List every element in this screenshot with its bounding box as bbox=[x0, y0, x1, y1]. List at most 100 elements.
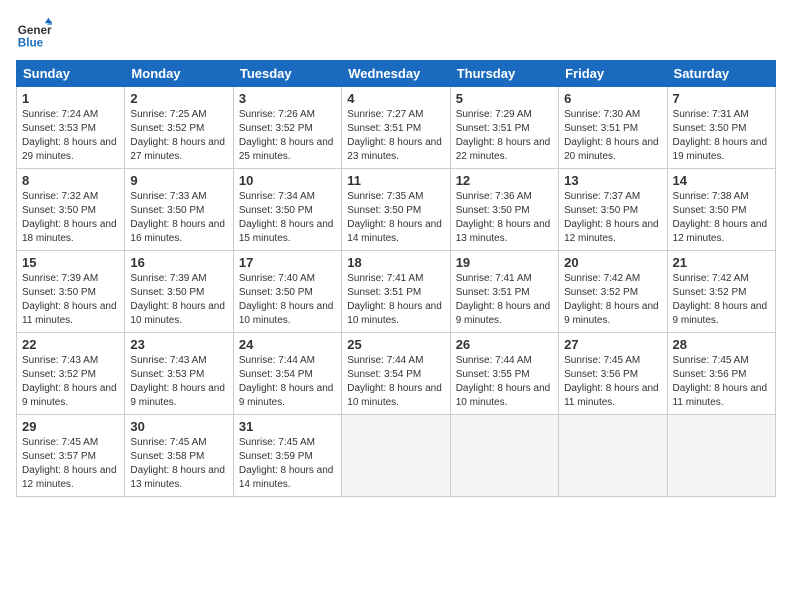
day-info: Sunrise: 7:44 AMSunset: 3:54 PMDaylight:… bbox=[347, 354, 444, 410]
calendar-table: SundayMondayTuesdayWednesdayThursdayFrid… bbox=[16, 60, 776, 497]
day-info: Sunrise: 7:37 AMSunset: 3:50 PMDaylight:… bbox=[564, 190, 661, 246]
column-header-wednesday: Wednesday bbox=[342, 61, 450, 87]
day-number: 6 bbox=[564, 91, 661, 106]
day-info: Sunrise: 7:44 AMSunset: 3:54 PMDaylight:… bbox=[239, 354, 336, 410]
day-info: Sunrise: 7:42 AMSunset: 3:52 PMDaylight:… bbox=[673, 272, 770, 328]
calendar-cell: 2Sunrise: 7:25 AMSunset: 3:52 PMDaylight… bbox=[125, 87, 233, 169]
calendar-cell bbox=[667, 415, 775, 497]
day-info: Sunrise: 7:43 AMSunset: 3:53 PMDaylight:… bbox=[130, 354, 227, 410]
calendar-cell: 26 Sunrise: 7:44 AMSunset: 3:55 PMDayligh… bbox=[450, 333, 558, 415]
day-info: Sunrise: 7:27 AMSunset: 3:51 PMDaylight:… bbox=[347, 108, 444, 164]
day-number: 13 bbox=[564, 173, 661, 188]
calendar-cell: 3Sunrise: 7:26 AMSunset: 3:52 PMDaylight… bbox=[233, 87, 341, 169]
day-info: Sunrise: 7:36 AMSunset: 3:50 PMDaylight:… bbox=[456, 190, 553, 246]
day-info: Sunrise: 7:35 AMSunset: 3:50 PMDaylight:… bbox=[347, 190, 444, 246]
day-number: 30 bbox=[130, 419, 227, 434]
calendar-cell: 14 Sunrise: 7:38 AMSunset: 3:50 PMDayligh… bbox=[667, 169, 775, 251]
day-info: Sunrise: 7:42 AMSunset: 3:52 PMDaylight:… bbox=[564, 272, 661, 328]
day-number: 19 bbox=[456, 255, 553, 270]
column-header-thursday: Thursday bbox=[450, 61, 558, 87]
calendar-week-5: 29Sunrise: 7:45 AMSunset: 3:57 PMDayligh… bbox=[17, 415, 776, 497]
day-number: 27 bbox=[564, 337, 661, 352]
day-number: 3 bbox=[239, 91, 336, 106]
calendar-cell: 27 Sunrise: 7:45 AMSunset: 3:56 PMDayligh… bbox=[559, 333, 667, 415]
day-number: 20 bbox=[564, 255, 661, 270]
day-number: 24 bbox=[239, 337, 336, 352]
day-info: Sunrise: 7:38 AMSunset: 3:50 PMDaylight:… bbox=[673, 190, 770, 246]
column-header-saturday: Saturday bbox=[667, 61, 775, 87]
calendar-cell: 1Sunrise: 7:24 AMSunset: 3:53 PMDaylight… bbox=[17, 87, 125, 169]
calendar-cell: 22 Sunrise: 7:43 AMSunset: 3:52 PMDayligh… bbox=[17, 333, 125, 415]
day-info: Sunrise: 7:45 AMSunset: 3:59 PMDaylight:… bbox=[239, 436, 336, 492]
calendar-cell: 25 Sunrise: 7:44 AMSunset: 3:54 PMDayligh… bbox=[342, 333, 450, 415]
day-number: 2 bbox=[130, 91, 227, 106]
calendar-cell bbox=[559, 415, 667, 497]
day-number: 18 bbox=[347, 255, 444, 270]
day-number: 22 bbox=[22, 337, 119, 352]
column-header-tuesday: Tuesday bbox=[233, 61, 341, 87]
calendar-cell: 10Sunrise: 7:34 AMSunset: 3:50 PMDayligh… bbox=[233, 169, 341, 251]
day-info: Sunrise: 7:40 AMSunset: 3:50 PMDaylight:… bbox=[239, 272, 336, 328]
day-info: Sunrise: 7:45 AMSunset: 3:56 PMDaylight:… bbox=[564, 354, 661, 410]
calendar-week-4: 22 Sunrise: 7:43 AMSunset: 3:52 PMDayligh… bbox=[17, 333, 776, 415]
column-header-friday: Friday bbox=[559, 61, 667, 87]
calendar-cell: 6 Sunrise: 7:30 AMSunset: 3:51 PMDaylight… bbox=[559, 87, 667, 169]
day-number: 21 bbox=[673, 255, 770, 270]
day-number: 1 bbox=[22, 91, 119, 106]
day-number: 23 bbox=[130, 337, 227, 352]
calendar-cell bbox=[450, 415, 558, 497]
day-number: 9 bbox=[130, 173, 227, 188]
day-info: Sunrise: 7:29 AMSunset: 3:51 PMDaylight:… bbox=[456, 108, 553, 164]
calendar-cell: 24 Sunrise: 7:44 AMSunset: 3:54 PMDayligh… bbox=[233, 333, 341, 415]
column-header-sunday: Sunday bbox=[17, 61, 125, 87]
calendar-cell: 13 Sunrise: 7:37 AMSunset: 3:50 PMDayligh… bbox=[559, 169, 667, 251]
day-info: Sunrise: 7:39 AMSunset: 3:50 PMDaylight:… bbox=[130, 272, 227, 328]
calendar-cell: 19 Sunrise: 7:41 AMSunset: 3:51 PMDayligh… bbox=[450, 251, 558, 333]
calendar-cell: 8 Sunrise: 7:32 AMSunset: 3:50 PMDaylight… bbox=[17, 169, 125, 251]
day-info: Sunrise: 7:30 AMSunset: 3:51 PMDaylight:… bbox=[564, 108, 661, 164]
svg-text:General: General bbox=[18, 24, 52, 37]
day-info: Sunrise: 7:34 AMSunset: 3:50 PMDaylight:… bbox=[239, 190, 336, 246]
calendar-cell: 16 Sunrise: 7:39 AMSunset: 3:50 PMDayligh… bbox=[125, 251, 233, 333]
calendar-cell: 15Sunrise: 7:39 AMSunset: 3:50 PMDayligh… bbox=[17, 251, 125, 333]
day-number: 15 bbox=[22, 255, 119, 270]
day-number: 26 bbox=[456, 337, 553, 352]
svg-text:Blue: Blue bbox=[18, 37, 44, 50]
day-number: 8 bbox=[22, 173, 119, 188]
day-info: Sunrise: 7:41 AMSunset: 3:51 PMDaylight:… bbox=[347, 272, 444, 328]
day-number: 16 bbox=[130, 255, 227, 270]
day-info: Sunrise: 7:45 AMSunset: 3:56 PMDaylight:… bbox=[673, 354, 770, 410]
calendar-cell: 9 Sunrise: 7:33 AMSunset: 3:50 PMDaylight… bbox=[125, 169, 233, 251]
calendar-cell: 11 Sunrise: 7:35 AMSunset: 3:50 PMDayligh… bbox=[342, 169, 450, 251]
day-number: 4 bbox=[347, 91, 444, 106]
calendar-cell: 17 Sunrise: 7:40 AMSunset: 3:50 PMDayligh… bbox=[233, 251, 341, 333]
calendar-cell: 7Sunrise: 7:31 AMSunset: 3:50 PMDaylight… bbox=[667, 87, 775, 169]
calendar-cell: 12 Sunrise: 7:36 AMSunset: 3:50 PMDayligh… bbox=[450, 169, 558, 251]
calendar-cell: 18 Sunrise: 7:41 AMSunset: 3:51 PMDayligh… bbox=[342, 251, 450, 333]
day-info: Sunrise: 7:32 AMSunset: 3:50 PMDaylight:… bbox=[22, 190, 119, 246]
calendar-week-2: 8 Sunrise: 7:32 AMSunset: 3:50 PMDaylight… bbox=[17, 169, 776, 251]
calendar-cell: 28Sunrise: 7:45 AMSunset: 3:56 PMDayligh… bbox=[667, 333, 775, 415]
day-number: 14 bbox=[673, 173, 770, 188]
day-number: 25 bbox=[347, 337, 444, 352]
day-number: 17 bbox=[239, 255, 336, 270]
day-number: 5 bbox=[456, 91, 553, 106]
day-info: Sunrise: 7:41 AMSunset: 3:51 PMDaylight:… bbox=[456, 272, 553, 328]
day-number: 12 bbox=[456, 173, 553, 188]
calendar-week-3: 15 Sunrise: 7:39 AMSunset: 3:50 PMDayligh… bbox=[17, 251, 776, 333]
logo-icon: General Blue bbox=[16, 16, 52, 52]
calendar-cell: 5 Sunrise: 7:29 AMSunset: 3:51 PMDaylight… bbox=[450, 87, 558, 169]
calendar-cell: 29Sunrise: 7:45 AMSunset: 3:57 PMDayligh… bbox=[17, 415, 125, 497]
calendar-cell: 30Sunrise: 7:45 AMSunset: 3:58 PMDayligh… bbox=[125, 415, 233, 497]
column-header-monday: Monday bbox=[125, 61, 233, 87]
day-number: 31 bbox=[239, 419, 336, 434]
calendar-week-1: 1Sunrise: 7:24 AMSunset: 3:53 PMDaylight… bbox=[17, 87, 776, 169]
calendar-cell: 21 Sunrise: 7:42 AMSunset: 3:52 PMDayligh… bbox=[667, 251, 775, 333]
calendar-cell: 20 Sunrise: 7:42 AMSunset: 3:52 PMDayligh… bbox=[559, 251, 667, 333]
day-info: Sunrise: 7:43 AMSunset: 3:52 PMDaylight:… bbox=[22, 354, 119, 410]
day-info: Sunrise: 7:44 AMSunset: 3:55 PMDaylight:… bbox=[456, 354, 553, 410]
day-number: 7 bbox=[673, 91, 770, 106]
calendar-cell: 4 Sunrise: 7:27 AMSunset: 3:51 PMDaylight… bbox=[342, 87, 450, 169]
day-number: 11 bbox=[347, 173, 444, 188]
day-info: Sunrise: 7:33 AMSunset: 3:50 PMDaylight:… bbox=[130, 190, 227, 246]
